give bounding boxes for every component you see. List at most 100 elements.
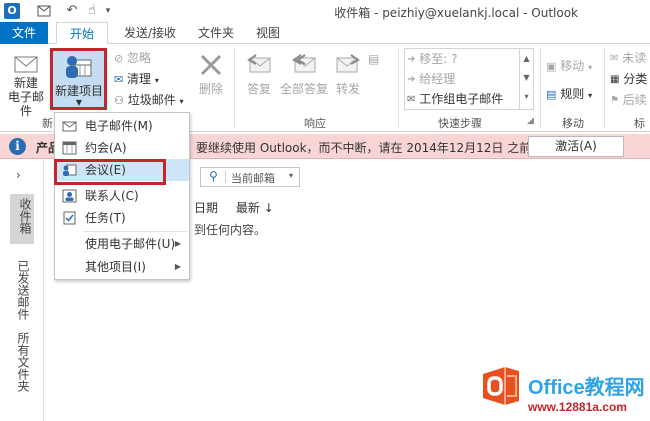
info-icon: i (9, 138, 26, 155)
rules-icon: ▤ (546, 87, 557, 101)
followup-button[interactable]: ⚑ 后续 (610, 90, 647, 110)
menu-item-other-items[interactable]: 其他项目(I) ▶ (55, 256, 189, 278)
search-scope[interactable]: 当前邮箱 (231, 170, 275, 186)
highlight-meeting (54, 159, 166, 185)
menu-item-contact[interactable]: 联系人(C) (55, 185, 189, 207)
forward-label: 转发 (335, 82, 360, 96)
reply-all-icon (292, 54, 316, 73)
watermark-url: www.12881a.com (528, 400, 627, 414)
move-icon: ▣ (546, 59, 557, 73)
cleanup-button[interactable]: ✉ 清理 ▾ (114, 69, 159, 89)
menu-item-contact-label: 联系人(C) (85, 189, 139, 203)
submenu-arrow-icon: ▶ (174, 262, 181, 271)
group-label-new: 新 (42, 117, 53, 130)
nav-item-sent[interactable]: 已发送邮件 (15, 260, 32, 320)
new-email-label-2: 电子邮件 (7, 90, 44, 118)
new-items-menu: 电子邮件(M) 约会(A) 会议(E) 联系人(C) 任务(T) 使用电子邮件(… (54, 112, 190, 280)
search-scope-chevron-icon[interactable]: ▾ (289, 171, 293, 180)
reply-button[interactable]: 答复 (240, 52, 278, 96)
quickstep-to-manager[interactable]: ➜ 给经理 (407, 69, 455, 89)
window-title: 收件箱 - peizhiy@xuelankj.local - Outlook (334, 6, 578, 20)
menu-item-email[interactable]: 电子邮件(M) (55, 115, 189, 137)
quickstep-team-email[interactable]: ✉ 工作组电子邮件 (407, 89, 503, 109)
move-chevron-icon: ▾ (588, 63, 593, 72)
search-box[interactable]: ⚲ 当前邮箱 ▾ (200, 167, 300, 187)
rules-chevron-icon: ▾ (588, 91, 593, 100)
tab-home[interactable]: 开始 (56, 22, 108, 45)
reply-icon (247, 54, 271, 73)
reply-all-label: 全部答复 (279, 82, 328, 96)
search-icon: ⚲ (209, 169, 218, 183)
ribbon-tabs: 文件 开始 发送/接收 文件夹 视图 (0, 22, 650, 45)
sort-order-label[interactable]: 最新 (236, 201, 260, 215)
reply-label: 答复 (246, 82, 271, 96)
tab-folder[interactable]: 文件夹 (190, 22, 242, 44)
categorize-icon: ▦ (610, 73, 620, 85)
forward-button[interactable]: 转发 (332, 52, 364, 96)
empty-folder-message: 到任何内容。 (194, 223, 267, 237)
unread-label: 未读 (622, 51, 647, 65)
search-divider (225, 171, 226, 183)
rules-button[interactable]: ▤ 规则 ▾ (546, 84, 592, 104)
menu-item-appointment-label: 约会(A) (85, 141, 127, 155)
rules-label: 规则 (560, 87, 585, 101)
task-icon (63, 211, 76, 225)
ribbon-separator (540, 48, 541, 128)
junk-button[interactable]: ⚇ 垃圾邮件 ▾ (114, 90, 184, 110)
group-label-move: 移动 (562, 117, 584, 130)
tab-view[interactable]: 视图 (248, 22, 288, 44)
forward-icon (336, 54, 360, 73)
nav-item-all-folders[interactable]: 所有文件夹 (15, 332, 32, 392)
expand-chevron-icon[interactable]: › (16, 168, 21, 182)
ignore-label: 忽略 (127, 51, 152, 65)
menu-separator (83, 231, 187, 232)
tab-send-receive[interactable]: 发送/接收 (118, 22, 182, 44)
menu-item-task[interactable]: 任务(T) (55, 207, 189, 229)
folder-nav: › 收件箱 已发送邮件 所有文件夹 (0, 160, 44, 421)
quickstep-move-to[interactable]: ➜ 移至: ? (407, 49, 457, 69)
quickstep-team-label: 工作组电子邮件 (419, 92, 504, 106)
highlight-new-items (50, 48, 107, 110)
new-email-button[interactable]: 新建 电子邮件 (4, 52, 48, 118)
menu-item-appointment[interactable]: 约会(A) (55, 137, 189, 159)
quickstep-move-label: 移至: ? (419, 52, 458, 66)
flag-icon: ⚑ (610, 94, 619, 106)
cleanup-chevron-icon: ▾ (154, 76, 159, 85)
more-respond-icon: ▤ (368, 51, 380, 66)
sort-row: 日期 最新 ↓ (194, 199, 274, 216)
categorize-button[interactable]: ▦ 分类 (610, 69, 647, 89)
group-label-quicksteps: 快速步骤 (438, 117, 482, 130)
activate-button[interactable]: 激活(A) (528, 136, 624, 157)
email-icon (62, 121, 77, 132)
title-bar: O ↶ ☝ ▾ 收件箱 - peizhiy@xuelankj.local - O… (0, 0, 650, 22)
menu-item-other-items-label: 其他项目(I) (85, 260, 146, 274)
dialog-launcher-icon[interactable]: ◢ (527, 116, 534, 126)
sort-arrow-icon[interactable]: ↓ (264, 201, 274, 215)
gallery-scroll[interactable]: ▲ ▼ ▾ (519, 49, 533, 109)
move-label: 移动 (560, 59, 585, 73)
menu-item-email-label: 电子邮件(M) (85, 119, 153, 133)
ignore-button[interactable]: ⊘ 忽略 (114, 48, 151, 68)
calendar-icon (62, 141, 77, 155)
office-logo-icon (479, 364, 523, 408)
delete-button[interactable]: 删除 (194, 52, 228, 96)
move-button[interactable]: ▣ 移动 ▾ (546, 56, 592, 76)
watermark-title: Office教程网 (528, 377, 645, 399)
sort-by-label[interactable]: 日期 (194, 201, 218, 215)
ribbon-separator (604, 48, 605, 128)
nav-item-inbox[interactable]: 收件箱 (10, 194, 34, 244)
tab-file[interactable]: 文件 (0, 22, 48, 44)
menu-item-use-email-label: 使用电子邮件(U) (85, 237, 176, 251)
more-respond-button[interactable]: ▤ (368, 48, 379, 68)
unread-button[interactable]: ✉ 未读 (610, 48, 646, 68)
group-label-respond: 响应 (304, 117, 326, 130)
junk-icon: ⚇ (114, 93, 124, 107)
manager-icon: ➜ (407, 73, 416, 85)
team-email-icon: ✉ (407, 93, 416, 105)
envelope-icon (14, 56, 38, 73)
menu-item-use-email[interactable]: 使用电子邮件(U) ▶ (55, 233, 189, 255)
group-label-tags: 标 (634, 117, 645, 130)
cleanup-label: 清理 (127, 72, 152, 86)
reply-all-button[interactable]: 全部答复 (278, 52, 330, 96)
followup-label: 后续 (622, 93, 647, 107)
